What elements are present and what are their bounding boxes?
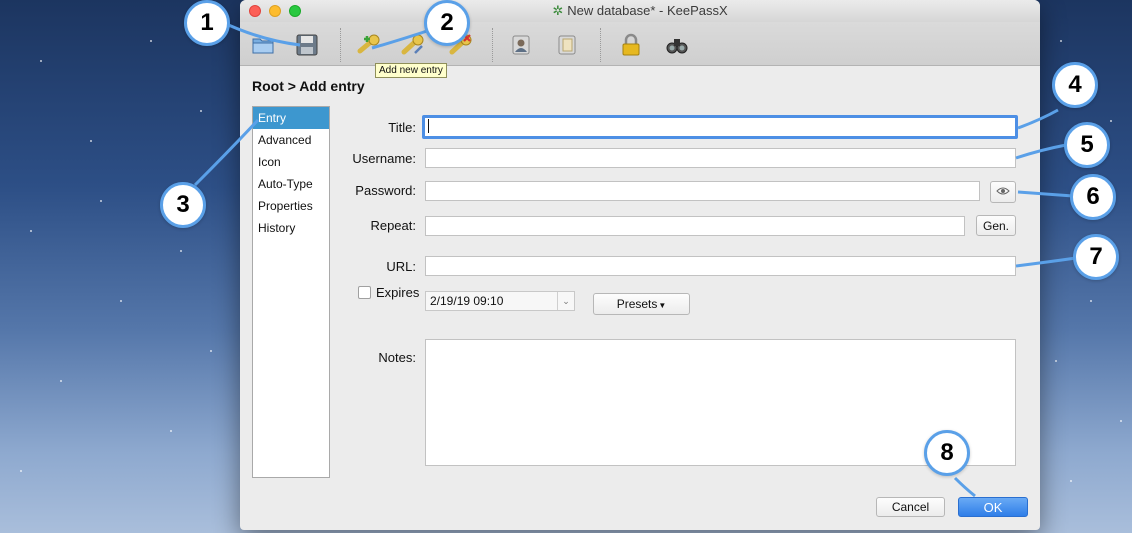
ok-button[interactable]: OK	[958, 497, 1028, 517]
add-entry-icon[interactable]	[356, 32, 382, 58]
text-caret	[428, 119, 429, 133]
sidebar-item-entry[interactable]: Entry	[253, 107, 329, 129]
sidebar-item-history[interactable]: History	[253, 217, 329, 239]
open-database-icon[interactable]	[250, 32, 276, 58]
cancel-button[interactable]: Cancel	[876, 497, 945, 517]
expiry-date-field[interactable]: 2/19/19 09:10	[425, 291, 575, 311]
username-field[interactable]	[425, 148, 1016, 168]
callout-2: 2	[424, 0, 470, 46]
toolbar-separator	[600, 28, 601, 62]
lock-database-icon[interactable]	[618, 32, 644, 58]
keepassx-logo-icon: ✲	[552, 3, 564, 18]
entry-category-sidebar: Entry Advanced Icon Auto-Type Properties…	[252, 106, 330, 478]
close-window-button[interactable]	[249, 5, 261, 17]
callout-8: 8	[924, 430, 970, 476]
tooltip: Add new entry	[375, 63, 447, 78]
eye-icon	[996, 185, 1010, 199]
dropdown-arrow-icon: ▼	[658, 300, 667, 310]
window-titlebar: ✲ New database* - KeePassX	[240, 0, 1040, 22]
sidebar-item-properties[interactable]: Properties	[253, 195, 329, 217]
presets-button[interactable]: Presets ▼	[593, 293, 690, 315]
callout-3: 3	[160, 182, 206, 228]
callout-5: 5	[1064, 122, 1110, 168]
repeat-password-field[interactable]	[425, 216, 965, 236]
callout-1: 1	[184, 0, 230, 46]
presets-button-label: Presets	[616, 297, 658, 311]
maximize-window-button[interactable]	[289, 5, 301, 17]
breadcrumb: Root > Add entry	[252, 78, 365, 94]
expires-label: Expires	[376, 285, 420, 300]
title-field[interactable]	[422, 115, 1018, 139]
repeat-label: Repeat:	[370, 218, 416, 233]
chevron-down-icon[interactable]: ⌄	[557, 292, 574, 310]
callout-6: 6	[1070, 174, 1116, 220]
url-field[interactable]	[425, 256, 1016, 276]
url-label: URL:	[386, 259, 416, 274]
copy-username-icon[interactable]	[508, 32, 534, 58]
sidebar-item-icon[interactable]: Icon	[253, 151, 329, 173]
sidebar-item-auto-type[interactable]: Auto-Type	[253, 173, 329, 195]
password-label: Password:	[355, 183, 416, 198]
window-title: New database* - KeePassX	[567, 3, 728, 18]
toggle-password-visibility-button[interactable]	[990, 181, 1016, 203]
generate-password-button[interactable]: Gen.	[976, 215, 1016, 236]
toolbar	[240, 22, 1040, 66]
toolbar-separator	[340, 28, 341, 62]
password-field[interactable]	[425, 181, 980, 201]
minimize-window-button[interactable]	[269, 5, 281, 17]
title-label: Title:	[388, 120, 416, 135]
notes-label: Notes:	[378, 350, 416, 365]
expires-checkbox[interactable]	[358, 286, 371, 299]
sidebar-item-advanced[interactable]: Advanced	[253, 129, 329, 151]
copy-password-icon[interactable]	[554, 32, 580, 58]
edit-entry-icon[interactable]	[400, 32, 426, 58]
username-label: Username:	[352, 151, 416, 166]
toolbar-separator	[492, 28, 493, 62]
callout-4: 4	[1052, 62, 1098, 108]
save-database-icon[interactable]	[294, 32, 320, 58]
callout-7: 7	[1073, 234, 1119, 280]
search-binoculars-icon[interactable]	[664, 32, 690, 58]
